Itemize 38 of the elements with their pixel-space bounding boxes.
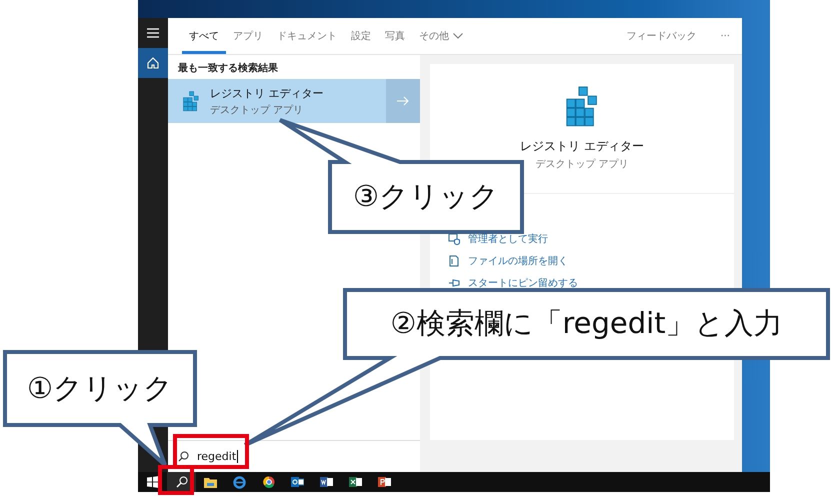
home-button[interactable] — [138, 48, 168, 78]
feedback-link[interactable]: フィードバック — [614, 18, 708, 54]
action-link[interactable]: 管理者として実行 — [468, 232, 548, 246]
folder-icon — [204, 476, 217, 488]
callout-text: ③クリック — [353, 178, 499, 215]
mail-app-icon — [291, 476, 304, 488]
filter-tab[interactable]: その他 — [412, 21, 470, 54]
browser-globe-icon — [233, 476, 246, 488]
search-icon — [176, 476, 188, 488]
action-link[interactable]: ファイルの場所を開く — [468, 254, 568, 268]
document-app-icon — [320, 476, 333, 488]
filter-tab[interactable]: 設定 — [344, 21, 378, 54]
filter-tab[interactable]: ドキュメント — [270, 21, 344, 54]
section-heading: 最も一致する検索結果 — [177, 62, 279, 76]
filter-tab[interactable]: 写真 — [378, 21, 412, 54]
preview-subtitle: デスクトップ アプリ — [535, 158, 629, 171]
result-title: レジストリ エディター — [210, 86, 324, 100]
window-shield-icon — [448, 233, 460, 245]
menu-icon — [147, 28, 159, 38]
more-button[interactable]: ··· — [708, 18, 742, 54]
arrow-right-icon — [397, 96, 409, 106]
preview-title: レジストリ エディター — [520, 138, 644, 155]
presentation-app-icon — [378, 476, 391, 488]
action-link[interactable]: スタートにピン留めする — [468, 276, 578, 290]
callout-text: ②検索欄に「regedit」と入力 — [390, 305, 783, 342]
search-field[interactable]: regedit — [168, 440, 420, 472]
search-result[interactable]: レジストリ エディター デスクトップ アプリ — [168, 79, 420, 123]
filter-tab[interactable]: アプリ — [226, 21, 270, 54]
pin-icon — [448, 277, 460, 289]
home-icon — [147, 57, 159, 69]
callout-text: ①クリック — [27, 370, 173, 406]
spreadsheet-app-icon — [349, 476, 362, 488]
filter-tab[interactable]: すべて — [182, 21, 226, 54]
windows-logo-icon — [146, 476, 158, 488]
file-icon — [448, 255, 460, 267]
search-icon — [178, 451, 189, 462]
chrome-ball-icon — [262, 476, 274, 488]
result-subtitle: デスクトップ アプリ — [210, 104, 304, 116]
